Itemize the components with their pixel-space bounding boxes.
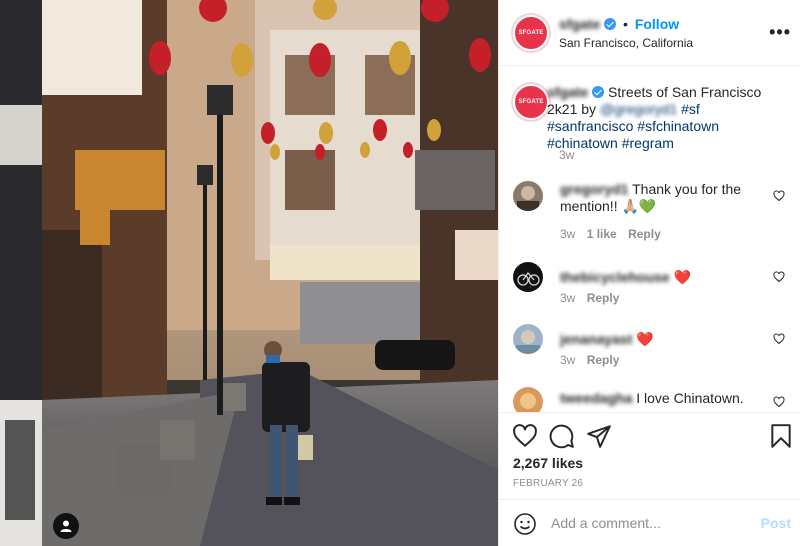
comment-username[interactable]: thebicyclehouse <box>560 269 670 285</box>
comment-body: thebicyclehouse ❤️ <box>560 269 760 286</box>
post-date: FEBRUARY 26 <box>513 478 584 489</box>
post-comment-button[interactable]: Post <box>761 515 791 531</box>
add-comment-bar: Post <box>499 499 800 546</box>
post-side-panel: SFGATE sfgate • Follow San Francisco, Ca… <box>498 0 800 546</box>
comment-meta: 3w Reply <box>560 291 619 305</box>
reply-button[interactable]: Reply <box>628 227 661 241</box>
comment-likes-count[interactable]: 1 like <box>587 227 617 241</box>
user-tag-icon <box>60 520 72 532</box>
comment-body: gregoryd1 Thank you for the mention!! 🙏🏼… <box>560 181 760 215</box>
chinatown-street-photo <box>0 0 498 546</box>
author-avatar[interactable]: SFGATE <box>513 15 549 51</box>
comment-text: ❤️ <box>636 331 654 347</box>
like-comment-heart-icon[interactable] <box>773 190 785 202</box>
emoji-icon[interactable] <box>513 512 537 536</box>
post-photo[interactable] <box>0 0 498 546</box>
comment-text: I love Chinatown. <box>636 390 744 406</box>
caption-mention[interactable]: @gregoryd1 <box>600 101 677 117</box>
post-header: SFGATE sfgate • Follow San Francisco, Ca… <box>499 0 800 66</box>
follow-button[interactable]: Follow <box>635 16 679 32</box>
comment-body: tweedagha I love Chinatown. <box>560 390 760 407</box>
heart-icon[interactable] <box>512 423 538 449</box>
comment-time: 3w <box>560 291 576 305</box>
comment-input[interactable] <box>551 513 751 533</box>
comment-body: jenanayast ❤️ <box>560 331 760 348</box>
commenter-avatar[interactable] <box>513 324 543 354</box>
comment-username[interactable]: tweedagha <box>560 390 632 406</box>
reply-button[interactable]: Reply <box>587 353 620 367</box>
comment-text: ❤️ <box>673 269 692 285</box>
more-options-icon[interactable]: ••• <box>769 22 791 43</box>
comment-icon[interactable] <box>549 423 575 449</box>
comment-time: 3w <box>560 353 576 367</box>
commenter-avatar[interactable] <box>513 262 543 292</box>
separator-dot: • <box>623 16 628 32</box>
avatar-text: SFGATE <box>518 30 544 36</box>
location-link[interactable]: San Francisco, California <box>559 36 693 50</box>
caption: sfgate Streets of San Francisco 2k21 by … <box>547 84 777 152</box>
caption-avatar[interactable]: SFGATE <box>513 84 549 120</box>
post-actions: 2,267 likes FEBRUARY 26 <box>499 412 800 498</box>
like-comment-heart-icon[interactable] <box>773 396 785 408</box>
hashtag[interactable]: #chinatown <box>547 135 618 151</box>
caption-username[interactable]: sfgate <box>547 84 588 100</box>
hashtag[interactable]: #sanfrancisco <box>547 118 633 134</box>
comment-meta: 3w Reply <box>560 353 619 367</box>
comment-time: 3w <box>560 227 576 241</box>
hashtag[interactable]: #sf <box>681 101 700 117</box>
bookmark-icon[interactable] <box>768 423 794 449</box>
share-icon[interactable] <box>586 423 612 449</box>
verified-badge-icon <box>592 86 605 98</box>
hashtag[interactable]: #sfchinatown <box>637 118 719 134</box>
hashtag[interactable]: #regram <box>622 135 674 151</box>
commenter-avatar[interactable] <box>513 181 543 211</box>
comment-meta: 3w 1 like Reply <box>560 227 661 241</box>
like-comment-heart-icon[interactable] <box>773 333 785 345</box>
comments-list[interactable]: SFGATE sfgate Streets of San Francisco 2… <box>499 67 800 412</box>
author-username[interactable]: sfgate <box>559 16 600 32</box>
reply-button[interactable]: Reply <box>587 291 620 305</box>
comment-username[interactable]: jenanayast <box>560 331 632 347</box>
comment-username[interactable]: gregoryd1 <box>560 181 628 197</box>
verified-badge-icon <box>604 18 617 30</box>
commenter-avatar[interactable] <box>513 387 543 412</box>
like-comment-heart-icon[interactable] <box>773 271 785 283</box>
caption-time: 3w <box>559 148 575 162</box>
likes-count[interactable]: 2,267 likes <box>513 455 583 471</box>
user-tag-button[interactable] <box>53 513 79 539</box>
avatar-text: SFGATE <box>518 99 544 105</box>
